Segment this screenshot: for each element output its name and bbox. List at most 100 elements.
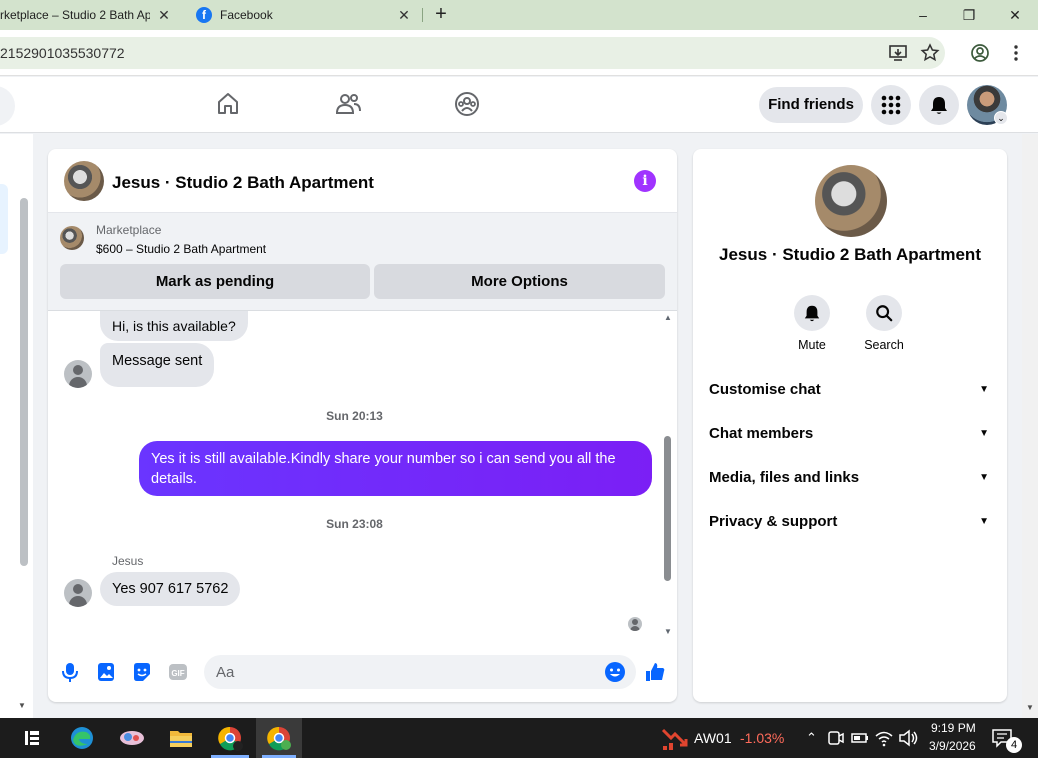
chevron-down-icon[interactable]: ⌄ xyxy=(994,111,1008,125)
facebook-search-field[interactable] xyxy=(0,86,15,126)
groups-icon[interactable] xyxy=(454,91,480,117)
home-icon[interactable] xyxy=(215,91,241,117)
message-bubble: Yes 907 617 5762 xyxy=(100,572,241,606)
info-icon[interactable]: i xyxy=(634,170,656,192)
scroll-up-arrow-icon[interactable]: ▲ xyxy=(662,313,674,322)
selected-item-highlight xyxy=(0,184,8,254)
seen-indicator-avatar xyxy=(628,617,642,631)
browser-menu-icon[interactable] xyxy=(1006,43,1026,63)
find-friends-button[interactable]: Find friends xyxy=(759,87,863,123)
mark-as-pending-button[interactable]: Mark as pending xyxy=(60,264,370,299)
stock-ticker[interactable]: AW01 xyxy=(694,730,732,746)
microphone-icon[interactable] xyxy=(59,661,81,683)
search-icon xyxy=(876,305,893,322)
weather-app-icon[interactable] xyxy=(117,724,147,752)
close-window-button[interactable]: ✕ xyxy=(992,0,1038,30)
search-label: Search xyxy=(864,338,904,352)
wifi-icon[interactable] xyxy=(872,724,896,752)
tab-facebook[interactable]: f Facebook ✕ xyxy=(182,0,422,30)
left-scrollbar-thumb[interactable] xyxy=(20,198,28,566)
clock-date[interactable]: 3/9/2026 xyxy=(929,739,976,753)
chevron-down-icon: ▼ xyxy=(979,472,989,483)
chat-avatar[interactable] xyxy=(64,161,104,201)
battery-icon[interactable] xyxy=(848,724,872,752)
privacy-support-row[interactable]: Privacy & support ▼ xyxy=(693,500,1007,544)
address-bar: 2152901035530772 xyxy=(0,30,1038,76)
chrome-icon[interactable] xyxy=(264,724,294,752)
gif-icon[interactable]: GIF xyxy=(167,661,189,683)
tab-marketplace[interactable]: rketplace – Studio 2 Bath Ap ✕ xyxy=(0,0,182,30)
chat-window: Jesus · Studio 2 Bath Apartment i Market… xyxy=(48,149,677,702)
more-options-button[interactable]: More Options xyxy=(374,264,665,299)
chevron-down-icon: ▼ xyxy=(979,516,989,527)
minimize-button[interactable]: – xyxy=(900,0,946,30)
scroll-down-arrow-icon[interactable]: ▼ xyxy=(18,701,26,710)
left-sidebar-edge xyxy=(0,134,33,718)
bookmark-star-icon[interactable] xyxy=(920,43,940,63)
message-list: Hi, is this available? Message sent Sun … xyxy=(48,311,677,639)
chat-members-row[interactable]: Chat members ▼ xyxy=(693,412,1007,456)
message-composer: GIF xyxy=(48,649,677,695)
close-tab-icon[interactable]: ✕ xyxy=(396,7,412,23)
file-explorer-icon[interactable] xyxy=(166,724,196,752)
scroll-down-arrow-icon[interactable]: ▼ xyxy=(1022,700,1038,716)
my-message-bubble: Yes it is still available.Kindly share y… xyxy=(139,441,652,496)
mute-button[interactable]: Mute xyxy=(782,295,842,352)
chat-title[interactable]: Jesus · Studio 2 Bath Apartment xyxy=(112,173,374,193)
chrome-profile-icon[interactable] xyxy=(215,724,245,752)
mute-label: Mute xyxy=(798,338,826,352)
facebook-top-nav: Find friends ⌄ xyxy=(0,77,1038,133)
friends-icon[interactable] xyxy=(335,91,361,117)
close-tab-icon[interactable]: ✕ xyxy=(156,7,172,23)
new-tab-button[interactable]: + xyxy=(430,3,452,25)
bell-icon xyxy=(804,305,820,322)
browser-tab-strip: rketplace – Studio 2 Bath Ap ✕ f Faceboo… xyxy=(0,0,1038,30)
message-input[interactable] xyxy=(204,655,636,689)
row-label: Chat members xyxy=(709,425,814,442)
meet-now-icon[interactable] xyxy=(824,724,848,752)
chat-header: Jesus · Studio 2 Bath Apartment i xyxy=(48,149,677,213)
listing-description[interactable]: $600 – Studio 2 Bath Apartment xyxy=(96,242,266,256)
sender-avatar[interactable] xyxy=(64,360,92,388)
bell-icon xyxy=(931,97,947,114)
details-title: Jesus · Studio 2 Bath Apartment xyxy=(719,245,981,264)
thumbs-up-icon[interactable] xyxy=(644,661,666,683)
notification-count-badge: 4 xyxy=(1006,737,1022,753)
row-label: Customise chat xyxy=(709,381,821,398)
listing-thumbnail[interactable] xyxy=(60,226,84,250)
page-scrollbar[interactable] xyxy=(1022,134,1038,718)
chat-details-panel: Jesus · Studio 2 Bath Apartment Mute Sea… xyxy=(693,149,1007,702)
message-bubble: Message sent xyxy=(100,343,215,387)
sticker-icon[interactable] xyxy=(131,661,153,683)
marketplace-listing-bar: Marketplace $600 – Studio 2 Bath Apartme… xyxy=(48,213,677,311)
restore-button[interactable]: ❐ xyxy=(946,0,992,30)
notifications-button[interactable] xyxy=(919,85,959,125)
emoji-icon[interactable] xyxy=(604,661,626,683)
chevron-down-icon: ▼ xyxy=(979,384,989,395)
scroll-down-arrow-icon[interactable]: ▼ xyxy=(662,627,674,636)
edge-icon[interactable] xyxy=(67,724,97,752)
clock-time[interactable]: 9:19 PM xyxy=(931,721,976,735)
task-view-icon[interactable] xyxy=(17,724,47,752)
chevron-down-icon: ▼ xyxy=(979,428,989,439)
message-timestamp: Sun 23:08 xyxy=(326,517,383,531)
sender-avatar[interactable] xyxy=(64,579,92,607)
message-timestamp: Sun 20:13 xyxy=(326,409,383,423)
menu-grid-button[interactable] xyxy=(871,85,911,125)
show-hidden-icons-icon[interactable]: ⌃ xyxy=(806,730,817,746)
customise-chat-row[interactable]: Customise chat ▼ xyxy=(693,368,1007,412)
tab-separator xyxy=(422,8,423,22)
messages-scrollbar-thumb[interactable] xyxy=(664,436,671,581)
tab-title: Facebook xyxy=(220,8,273,22)
install-app-icon[interactable] xyxy=(888,43,908,63)
search-button[interactable]: Search xyxy=(854,295,914,352)
url-field[interactable]: 2152901035530772 xyxy=(0,37,945,69)
profile-icon[interactable] xyxy=(970,43,990,63)
volume-icon[interactable] xyxy=(896,724,920,752)
media-files-links-row[interactable]: Media, files and links ▼ xyxy=(693,456,1007,500)
stock-change[interactable]: -1.03% xyxy=(740,730,784,746)
stock-trend-down-icon[interactable] xyxy=(660,724,690,752)
details-avatar[interactable] xyxy=(815,165,887,237)
photo-icon[interactable] xyxy=(95,661,117,683)
grid-icon xyxy=(881,95,901,115)
